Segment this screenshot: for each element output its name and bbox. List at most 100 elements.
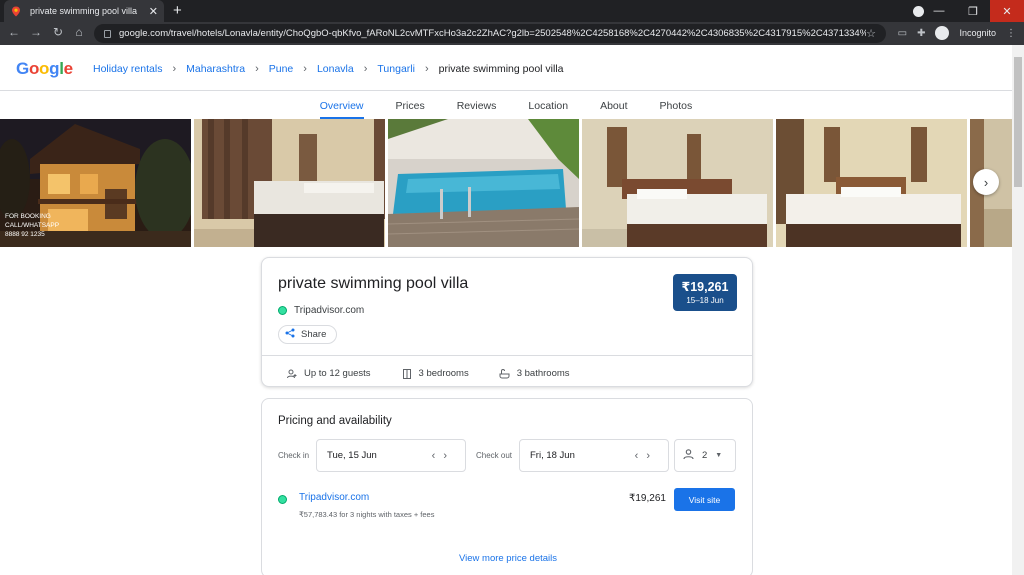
tab-reviews[interactable]: Reviews (457, 91, 497, 119)
offer-row: Tripadvisor.com ₹57,783.43 for 3 nights … (278, 488, 738, 522)
breadcrumb-tungarli[interactable]: Tungarli (377, 63, 415, 75)
new-tab-icon[interactable]: + (173, 2, 182, 19)
checkout-label: Check out (476, 451, 513, 460)
guests-selector[interactable]: 2 ▼ (674, 439, 736, 472)
breadcrumb: Holiday rentals › Maharashtra › Pune › L… (93, 63, 564, 75)
page-content: Google Holiday rentals › Maharashtra › P… (0, 45, 1012, 575)
booking-overlay-line-1: FOR BOOKING (5, 213, 51, 220)
photo-villa-exterior[interactable]: FOR BOOKING CALL/WHATSAPP 8888 92 1235 (0, 119, 191, 247)
provider-row: Tripadvisor.com (278, 305, 364, 316)
visit-site-button[interactable]: Visit site (674, 488, 735, 511)
checkout-stepper-icons[interactable]: ‹› (635, 450, 658, 462)
tripadvisor-icon (278, 495, 287, 504)
share-label: Share (301, 329, 327, 340)
next-photo-chevron-icon[interactable]: › (973, 169, 999, 195)
chevron-right-icon: › (363, 63, 368, 75)
chevron-right-icon: › (303, 63, 307, 75)
checkin-label: Check in (278, 451, 310, 460)
incognito-icon[interactable] (935, 26, 950, 40)
photo-bedroom-2[interactable] (582, 119, 773, 247)
checkin-field[interactable]: Tue, 15 Jun ‹› (316, 439, 466, 472)
back-icon[interactable]: ← (6, 25, 22, 39)
tab-overview[interactable]: Overview (319, 91, 364, 119)
google-logo[interactable]: Google (16, 59, 73, 79)
price-badge-amount: ₹19,261 (681, 280, 729, 294)
tab-location[interactable]: Location (528, 91, 568, 119)
minimize-icon[interactable]: — (922, 0, 956, 22)
lock-icon (104, 29, 111, 38)
caret-down-icon: ▼ (715, 452, 723, 459)
home-icon[interactable]: ⌂ (71, 25, 87, 39)
incognito-label: Incognito (959, 28, 996, 38)
url-text[interactable]: google.com/travel/hotels/Lonavla/entity/… (119, 28, 866, 39)
card-divider (262, 355, 752, 356)
tripadvisor-icon (278, 306, 287, 315)
overview-card: private swimming pool villa Tripadvisor.… (261, 257, 753, 387)
pricing-title: Pricing and availability (278, 415, 392, 427)
door-icon (401, 368, 413, 379)
share-button[interactable]: Share (278, 325, 338, 344)
page-scrollbar[interactable] (1012, 45, 1024, 575)
media-icon[interactable]: ▭ (898, 28, 907, 39)
address-bar[interactable]: google.com/travel/hotels/Lonavla/entity/… (94, 24, 886, 43)
chevron-right-icon: › (424, 63, 429, 75)
forward-icon[interactable]: → (28, 25, 44, 39)
photo-pool[interactable] (388, 119, 579, 247)
offer-price: ₹19,261 (629, 493, 666, 504)
person-icon (683, 448, 694, 463)
reload-icon[interactable]: ↻ (50, 25, 66, 39)
browser-titlebar: private swimming pool villa ✕ + — ❐ ✕ (0, 0, 1024, 22)
restore-icon[interactable]: ❐ (956, 0, 990, 22)
offer-detail: ₹57,783.43 for 3 nights with taxes + fee… (299, 510, 435, 519)
amenity-guests: Up to 12 guests (286, 368, 371, 379)
chevron-right-icon: › (172, 63, 177, 75)
breadcrumb-current: private swimming pool villa (438, 63, 564, 75)
checkout-value: Fri, 18 Jun (530, 450, 575, 461)
photo-bedroom-1[interactable] (194, 119, 385, 247)
google-travel-favicon-icon (10, 5, 22, 17)
breadcrumb-holiday-rentals[interactable]: Holiday rentals (93, 63, 162, 75)
breadcrumb-pune[interactable]: Pune (269, 63, 294, 75)
guests-icon (286, 369, 298, 379)
booking-overlay-line-2: CALL/WHATSAPP (5, 222, 60, 229)
chevron-right-icon: › (255, 63, 259, 75)
share-icon (285, 328, 295, 341)
breadcrumb-lonavla[interactable]: Lonavla (317, 63, 354, 75)
breadcrumb-maharashtra[interactable]: Maharashtra (186, 63, 245, 75)
tab-close-icon[interactable]: ✕ (149, 5, 158, 18)
tab-title: private swimming pool villa (30, 6, 138, 16)
browser-toolbar: ← → ↻ ⌂ google.com/travel/hotels/Lonavla… (0, 22, 1024, 45)
price-badge[interactable]: ₹19,261 15–18 Jun (673, 274, 737, 311)
menu-icon[interactable]: ⋮ (1006, 28, 1016, 39)
guests-value: 2 (702, 450, 708, 461)
view-more-price-details-link[interactable]: View more price details (262, 553, 754, 564)
hotel-title: private swimming pool villa (278, 275, 469, 292)
bathtub-icon (499, 368, 511, 379)
photo-strip: FOR BOOKING CALL/WHATSAPP 8888 92 1235 › (0, 119, 1012, 247)
amenity-bedrooms-label: 3 bedrooms (418, 368, 469, 379)
amenity-bedrooms: 3 bedrooms (401, 368, 469, 379)
extensions-icon[interactable]: ✚ (917, 28, 925, 39)
amenity-guests-label: Up to 12 guests (304, 368, 371, 379)
checkin-value: Tue, 15 Jun (327, 450, 377, 461)
price-badge-dates: 15–18 Jun (686, 296, 724, 305)
amenity-bathrooms-label: 3 bathrooms (516, 368, 570, 379)
photo-bedroom-3[interactable] (776, 119, 967, 247)
tab-about[interactable]: About (600, 91, 627, 119)
tab-prices[interactable]: Prices (396, 91, 425, 119)
page-header: Google Holiday rentals › Maharashtra › P… (0, 45, 1012, 91)
offer-provider-link[interactable]: Tripadvisor.com (299, 492, 369, 503)
tab-photos[interactable]: Photos (660, 91, 693, 119)
provider-name: Tripadvisor.com (294, 305, 365, 316)
booking-overlay-line-3: 8888 92 1235 (5, 231, 45, 238)
window-close-icon[interactable]: ✕ (990, 0, 1024, 22)
scrollbar-thumb[interactable] (1014, 57, 1022, 187)
amenities-row: Up to 12 guests 3 bedrooms 3 bathrooms (286, 368, 600, 379)
bookmark-star-icon[interactable]: ☆ (866, 27, 876, 40)
browser-tab[interactable]: private swimming pool villa ✕ (4, 0, 164, 22)
section-tabs: Overview Prices Reviews Location About P… (0, 91, 1012, 119)
amenity-bathrooms: 3 bathrooms (499, 368, 570, 379)
checkin-stepper-icons[interactable]: ‹› (432, 450, 455, 462)
pricing-card: Pricing and availability Check in Tue, 1… (261, 398, 753, 575)
checkout-field[interactable]: Fri, 18 Jun ‹› (519, 439, 669, 472)
